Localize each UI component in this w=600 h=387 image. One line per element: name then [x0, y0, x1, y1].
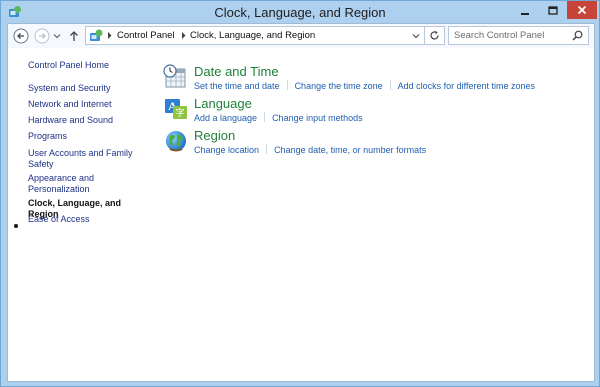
forward-arrow-icon	[34, 28, 50, 44]
category-title-region[interactable]: Region	[194, 128, 235, 143]
globe-icon	[166, 131, 186, 152]
sidebar-item-user-accounts[interactable]: User Accounts and Family Safety	[28, 148, 146, 170]
window: Clock, Language, and Region Control Pane…	[0, 0, 600, 387]
minimize-button[interactable]	[511, 1, 539, 20]
breadcrumb-control-panel[interactable]: Control Panel	[117, 30, 175, 41]
explorer-client-area: Control Panel Clock, Language, and Regio…	[7, 23, 595, 382]
search-input[interactable]	[454, 28, 569, 43]
title-bar[interactable]: Clock, Language, and Region	[1, 1, 599, 23]
sidebar-item-control-panel-home[interactable]: Control Panel Home	[28, 60, 146, 71]
sidebar: Control Panel Home System and Security N…	[8, 48, 158, 348]
address-dropdown-icon[interactable]	[412, 32, 420, 40]
category-title-date-and-time[interactable]: Date and Time	[194, 64, 279, 79]
breadcrumb-current[interactable]: Clock, Language, and Region	[190, 30, 315, 41]
back-button[interactable]	[12, 27, 30, 45]
sidebar-item-network-and-internet[interactable]: Network and Internet	[28, 99, 146, 110]
chevron-down-icon	[53, 34, 61, 39]
link-change-time-zone[interactable]: Change the time zone	[295, 81, 383, 91]
clock-calendar-icon	[163, 64, 186, 88]
svg-text:字: 字	[175, 107, 184, 119]
forward-button[interactable]	[33, 27, 51, 45]
link-divider	[286, 80, 288, 90]
minimize-icon	[521, 12, 529, 15]
language-icon: A 字	[165, 99, 187, 119]
back-arrow-icon	[13, 28, 29, 44]
recent-locations-button[interactable]	[52, 27, 62, 45]
sidebar-item-hardware-and-sound[interactable]: Hardware and Sound	[28, 115, 146, 126]
link-set-time-and-date[interactable]: Set the time and date	[194, 81, 280, 91]
category-links-language: Add a language Change input methods	[194, 112, 363, 123]
link-divider	[264, 112, 266, 122]
breadcrumb-separator-icon	[108, 32, 112, 39]
control-panel-icon	[90, 29, 103, 41]
up-arrow-icon	[70, 31, 78, 41]
sidebar-item-ease-of-access[interactable]: Ease of Access	[28, 214, 146, 225]
link-change-input-methods[interactable]: Change input methods	[272, 113, 363, 123]
sidebar-item-programs[interactable]: Programs	[28, 131, 146, 142]
link-divider	[266, 144, 268, 154]
category-links-date-and-time: Set the time and date Change the time zon…	[194, 80, 535, 91]
up-button[interactable]	[65, 27, 83, 45]
navigation-bar: Control Panel Clock, Language, and Regio…	[8, 24, 594, 48]
category-title-language[interactable]: Language	[194, 96, 252, 111]
search-icon[interactable]	[572, 30, 583, 41]
close-icon	[577, 5, 587, 15]
link-add-language[interactable]: Add a language	[194, 113, 257, 123]
sidebar-item-system-and-security[interactable]: System and Security	[28, 83, 146, 94]
link-change-location[interactable]: Change location	[194, 145, 259, 155]
link-add-clocks[interactable]: Add clocks for different time zones	[398, 81, 535, 91]
link-change-formats[interactable]: Change date, time, or number formats	[274, 145, 426, 155]
category-links-region: Change location Change date, time, or num…	[194, 144, 426, 155]
close-button[interactable]	[567, 1, 597, 19]
breadcrumb-separator-icon	[182, 32, 186, 39]
link-divider	[389, 80, 391, 90]
address-bar[interactable]: Control Panel Clock, Language, and Regio…	[85, 26, 425, 45]
refresh-icon	[430, 30, 439, 40]
maximize-icon	[548, 5, 558, 15]
search-box[interactable]	[448, 26, 589, 45]
refresh-button[interactable]	[425, 26, 445, 45]
sidebar-item-appearance[interactable]: Appearance and Personalization	[28, 173, 146, 195]
maximize-button[interactable]	[539, 1, 567, 20]
active-item-bullet	[14, 224, 18, 228]
window-title: Clock, Language, and Region	[214, 5, 386, 20]
